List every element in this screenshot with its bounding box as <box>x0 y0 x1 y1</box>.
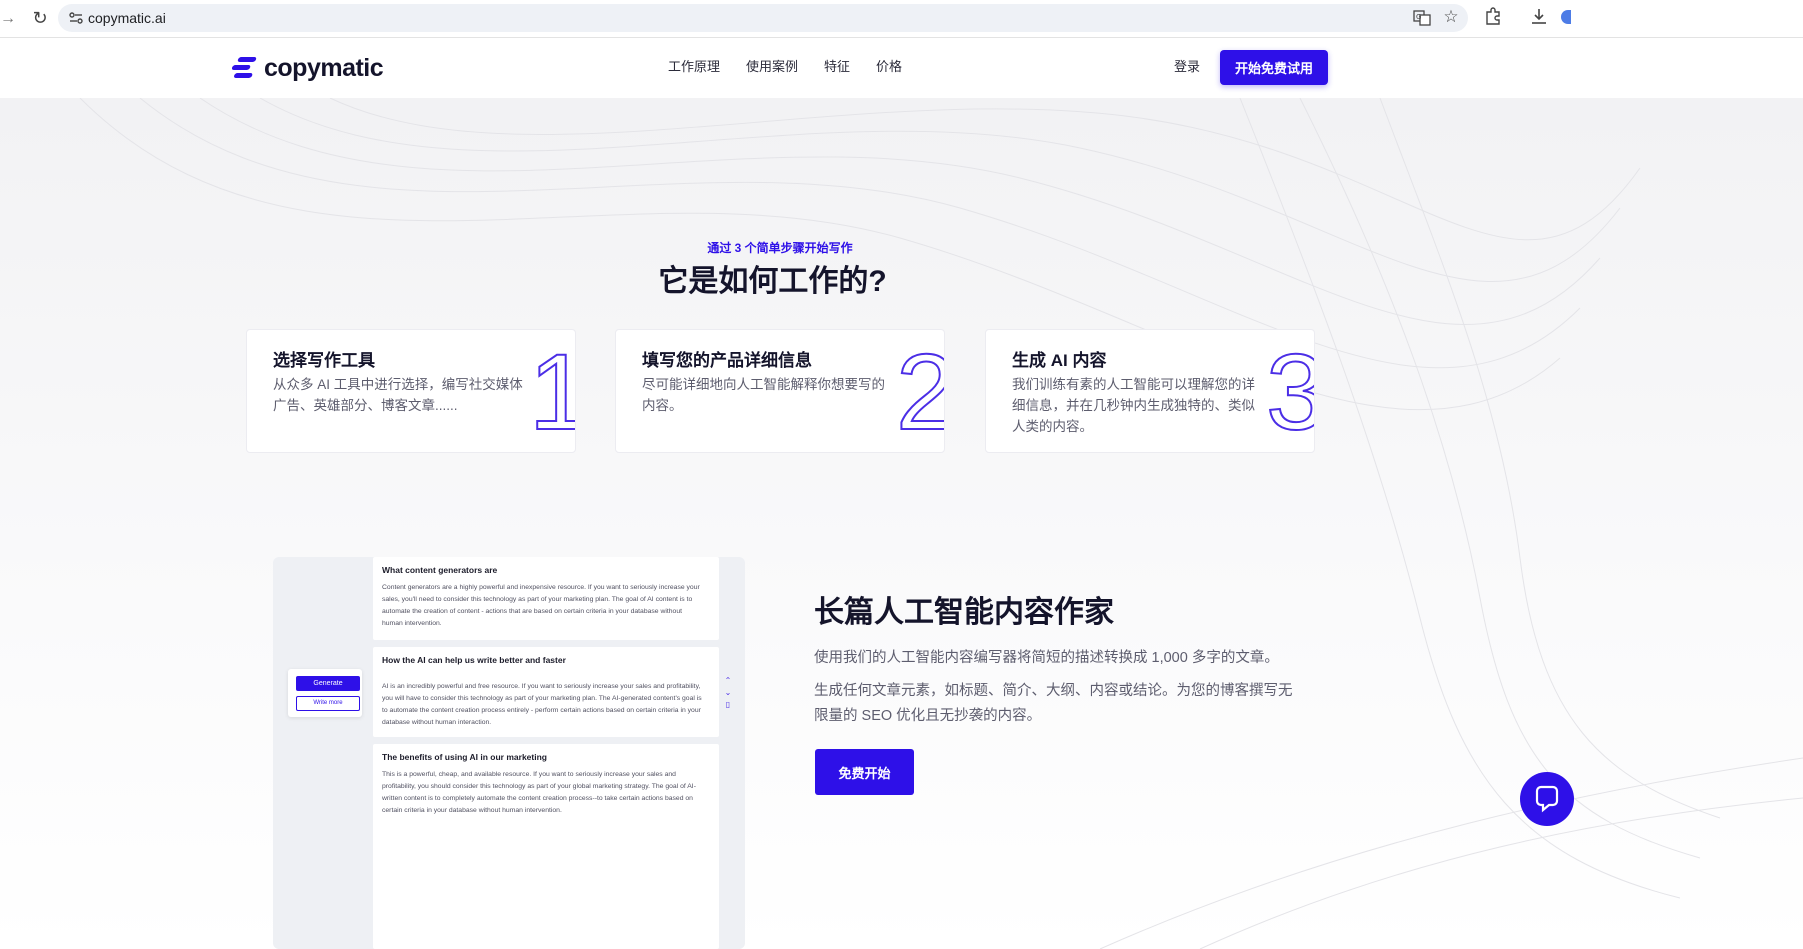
copymatic-logo-icon <box>232 57 257 78</box>
editor-block-title: How the AI can help us write better and … <box>382 655 566 665</box>
step-card-1: 选择写作工具 从众多 AI 工具中进行选择，编写社交媒体广告、英雄部分、博客文章… <box>246 329 576 453</box>
section-title: 它是如何工作的? <box>658 265 887 298</box>
chat-icon <box>1535 785 1559 813</box>
step-number: 2 <box>895 337 944 447</box>
nav-pricing[interactable]: 价格 <box>876 58 902 76</box>
editor-block: How the AI can help us write better and … <box>373 647 719 737</box>
url-text[interactable]: copymatic.ai <box>88 10 166 26</box>
move-down-icon[interactable]: ⌄ <box>723 687 733 699</box>
nav-how-it-works[interactable]: 工作原理 <box>668 58 720 76</box>
chat-launcher[interactable] <box>1520 772 1574 826</box>
editor-action-panel: Generate Write more <box>288 669 362 717</box>
editor-block-title: What content generators are <box>382 565 498 575</box>
delete-icon[interactable]: ▯ <box>723 699 733 711</box>
step-description: 尽可能详细地向人工智能解释你想要写的内容。 <box>642 377 885 413</box>
feature-description-1: 使用我们的人工智能内容编写器将简短的描述转换成 1,000 多字的文章。 <box>814 650 1279 666</box>
editor-block-body: Content generators are a highly powerful… <box>382 584 700 627</box>
address-bar[interactable]: copymatic.ai G ☆ <box>58 4 1468 32</box>
step-title: 选择写作工具 <box>273 351 375 370</box>
extensions-icon[interactable] <box>1484 7 1502 25</box>
site-header: copymatic 工作原理 使用案例 特征 价格 登录 开始免费试用 <box>0 38 1803 98</box>
feature-description-2: 生成任何文章元素，如标题、简介、大纲、内容或结论。为您的博客撰写无限量的 SEO… <box>814 683 1293 724</box>
editor-block: The benefits of using AI in our marketin… <box>373 744 719 949</box>
step-number: 3 <box>1265 337 1314 447</box>
step-title: 填写您的产品详细信息 <box>642 351 812 370</box>
feature-title: 长篇人工智能内容作家 <box>814 596 1114 629</box>
editor-block: What content generators are Content gene… <box>373 557 719 640</box>
step-card-2: 填写您的产品详细信息 尽可能详细地向人工智能解释你想要写的内容。 2 <box>615 329 945 453</box>
forward-icon[interactable]: → <box>0 9 16 29</box>
step-description: 我们训练有素的人工智能可以理解您的详细信息，并在几秒钟内生成独特的、类似人类的内… <box>1012 377 1255 434</box>
editor-block-title: The benefits of using AI in our marketin… <box>382 752 547 762</box>
start-free-button[interactable]: 免费开始 <box>815 749 914 795</box>
section-eyebrow: 通过 3 个简单步骤开始写作 <box>707 241 853 255</box>
editor-block-body: This is a powerful, cheap, and available… <box>382 771 696 814</box>
editor-preview: What content generators are Content gene… <box>273 557 745 949</box>
step-description: 从众多 AI 工具中进行选择，编写社交媒体广告、英雄部分、博客文章...... <box>273 377 523 413</box>
main-content: 通过 3 个简单步骤开始写作 它是如何工作的? 选择写作工具 从众多 AI 工具… <box>0 98 1803 949</box>
editor-block-controls: ⌃ ⌄ ▯ <box>723 675 733 711</box>
nav-use-cases[interactable]: 使用案例 <box>746 58 798 76</box>
write-more-button[interactable]: Write more <box>296 696 360 711</box>
translate-icon[interactable]: G <box>1413 9 1431 27</box>
site-info-icon[interactable] <box>68 10 84 26</box>
nav-features[interactable]: 特征 <box>824 58 850 76</box>
login-link[interactable]: 登录 <box>1174 58 1200 76</box>
move-up-icon[interactable]: ⌃ <box>723 675 733 687</box>
step-title: 生成 AI 内容 <box>1012 351 1107 370</box>
svg-text:G: G <box>1416 13 1421 21</box>
step-number: 1 <box>528 337 575 447</box>
browser-toolbar: → ↻ copymatic.ai G ☆ <box>0 0 1803 38</box>
generate-button[interactable]: Generate <box>296 676 360 691</box>
start-free-trial-button[interactable]: 开始免费试用 <box>1220 50 1328 85</box>
reload-icon[interactable]: ↻ <box>30 7 50 29</box>
profile-avatar[interactable] <box>1561 10 1571 24</box>
bookmark-star-icon[interactable]: ☆ <box>1441 7 1461 27</box>
download-icon[interactable] <box>1530 7 1548 25</box>
main-nav: 工作原理 使用案例 特征 价格 <box>668 58 928 76</box>
editor-block-body: AI is an incredibly powerful and free re… <box>382 683 702 726</box>
logo-text: copymatic <box>264 53 384 82</box>
logo[interactable]: copymatic <box>232 52 384 84</box>
step-card-3: 生成 AI 内容 我们训练有素的人工智能可以理解您的详细信息，并在几秒钟内生成独… <box>985 329 1315 453</box>
